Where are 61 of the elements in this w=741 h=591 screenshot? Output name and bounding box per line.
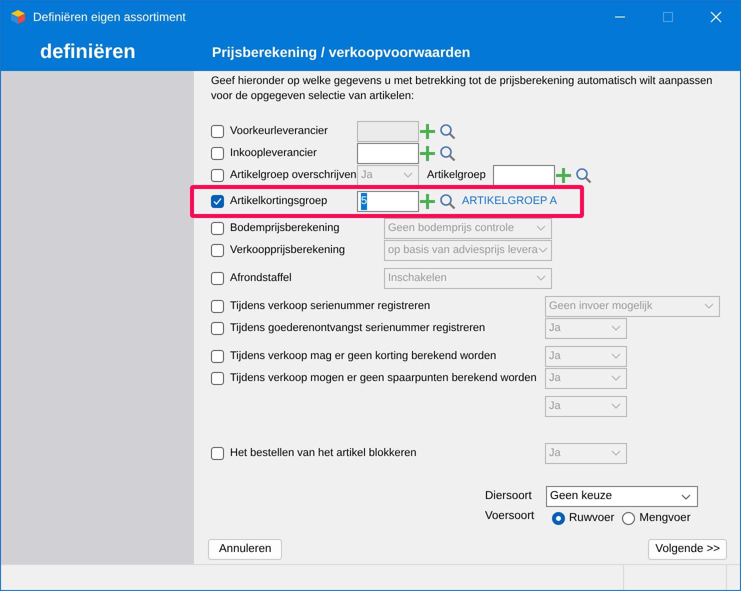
chevron-down-icon xyxy=(611,450,621,456)
plus-icon[interactable] xyxy=(554,166,572,184)
option-label: Bodemprijsberekening xyxy=(230,220,340,236)
search-icon[interactable] xyxy=(574,166,592,184)
option-label: Tijdens goederenontvangst serienummer registreren xyxy=(230,320,486,336)
page-title: Prijsberekening / verkoopvoorwaarden xyxy=(212,42,470,62)
checkbox[interactable] xyxy=(211,272,224,284)
chevron-down-icon xyxy=(704,303,714,309)
field-label: Voersoort xyxy=(485,509,536,524)
app-cube-icon xyxy=(10,9,26,25)
chevron-down-icon xyxy=(538,247,548,253)
text-field[interactable] xyxy=(357,142,419,164)
search-icon[interactable] xyxy=(439,193,456,210)
option-label: Het bestellen van het artikel blokkeren xyxy=(230,446,418,461)
next-button[interactable]: Volgende >> xyxy=(648,539,727,560)
window-title: Definiëren eigen assortiment xyxy=(33,9,186,26)
radio-option[interactable]: Ruwvoer xyxy=(552,510,614,528)
chevron-down-icon xyxy=(611,353,621,359)
option-label: Tijdens verkoop mogen er geen spaarpunten berekend worden xyxy=(230,370,538,386)
search-icon[interactable] xyxy=(439,122,456,140)
intro-text: Geef hieronder op welke gegevens u met betrekking tot de prijsberekening automatisch wilt aanpassen voor de opgegeven selectie van artikelen: xyxy=(211,74,714,104)
close-icon[interactable] xyxy=(710,11,722,23)
plus-icon[interactable] xyxy=(419,122,436,140)
section-title: definiëren xyxy=(40,41,136,63)
option-label: Afrondstaffel xyxy=(230,270,293,286)
plus-icon[interactable] xyxy=(419,193,436,210)
checkbox[interactable] xyxy=(211,168,224,182)
checkbox[interactable] xyxy=(211,124,224,138)
option-label: Tijdens verkoop serienummer registreren xyxy=(230,298,432,314)
chevron-down-icon xyxy=(611,325,621,331)
checkbox[interactable] xyxy=(211,146,224,160)
checkbox[interactable] xyxy=(211,446,224,460)
chevron-down-icon xyxy=(681,494,691,500)
checkbox[interactable] xyxy=(211,372,224,384)
option-label: Verkoopprijsberekening xyxy=(230,242,346,258)
option-label: Voorkeurleverancier xyxy=(230,124,329,139)
field-label: Artikelgroep xyxy=(427,168,486,183)
chevron-down-icon xyxy=(403,172,413,178)
field-label: Diersoort xyxy=(485,488,533,504)
chevron-down-icon xyxy=(536,275,546,281)
checkbox[interactable] xyxy=(211,322,224,334)
search-icon[interactable] xyxy=(439,144,456,162)
option-label: Artikelgroep overschrijven xyxy=(230,168,357,183)
plus-icon[interactable] xyxy=(419,144,436,162)
radio-option[interactable]: Mengvoer xyxy=(622,510,691,528)
option-label: Tijdens verkoop mag er geen korting berekend worden xyxy=(230,348,498,364)
text-field[interactable] xyxy=(492,164,555,186)
checkbox[interactable] xyxy=(211,222,224,234)
group-link[interactable]: ARTIKELGROEP A xyxy=(462,193,557,210)
option-label: Inkoopleverancier xyxy=(230,146,318,161)
checkbox[interactable] xyxy=(211,244,224,256)
chevron-down-icon xyxy=(611,375,621,381)
dropdown[interactable]: Geen keuze xyxy=(546,486,698,507)
checkbox[interactable] xyxy=(211,350,224,362)
text-field[interactable]: 5 xyxy=(357,191,419,212)
chevron-down-icon xyxy=(611,403,621,409)
chevron-down-icon xyxy=(536,225,546,231)
checkbox[interactable] xyxy=(211,195,224,208)
option-label: Artikelkortingsgroep xyxy=(230,194,328,210)
cancel-button[interactable]: Annuleren xyxy=(208,539,282,560)
checkbox[interactable] xyxy=(211,300,224,312)
